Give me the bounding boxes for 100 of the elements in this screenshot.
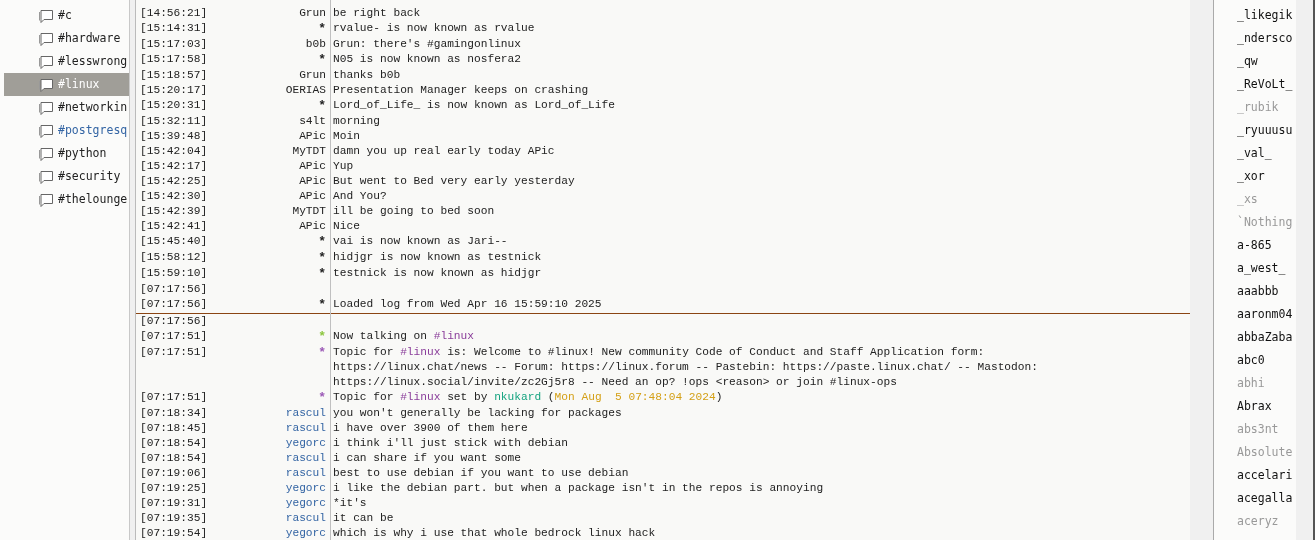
user-item[interactable]: _val_	[1237, 145, 1296, 168]
nick-label: *	[318, 250, 326, 265]
message-text: i have over 3900 of them here	[332, 421, 528, 436]
message-text: be right back	[332, 6, 421, 21]
channel-item[interactable]: #lesswrong	[4, 50, 129, 73]
user-item[interactable]: abbaZaba	[1237, 329, 1296, 352]
nick-label: APic	[299, 220, 326, 232]
user-item[interactable]: a_west_	[1237, 260, 1296, 283]
nick-label: s4lt	[299, 115, 326, 127]
timestamp: [15:42:25]	[139, 174, 208, 189]
channel-item[interactable]: #networkin	[4, 96, 129, 119]
user-item[interactable]: _qw	[1237, 53, 1296, 76]
chat-bubble-icon	[38, 30, 54, 47]
nick-label: *	[318, 266, 326, 281]
nick-label: rascul	[285, 467, 326, 479]
nick-label: yegorc	[285, 497, 326, 509]
message-text: rvalue- is now known as rvalue	[332, 21, 535, 36]
message-text: Loaded log from Wed Apr 16 15:59:10 2025	[332, 297, 602, 312]
timestamp: [07:18:54]	[139, 436, 208, 451]
user-item[interactable]: Abrax	[1237, 398, 1296, 421]
channel-item[interactable]: #c	[4, 4, 129, 27]
user-item[interactable]: _ryuuusu	[1237, 122, 1296, 145]
user-item[interactable]: aaronm04	[1237, 306, 1296, 329]
nick-label: Grun	[299, 7, 326, 19]
channel-item[interactable]: #thelounge	[4, 188, 129, 211]
timestamp: [07:19:31]	[139, 496, 208, 511]
message-text: Nice	[332, 219, 360, 234]
message-text: N05 is now known as nosfera2	[332, 52, 521, 67]
user-item[interactable]: acegalla	[1237, 490, 1296, 513]
user-item[interactable]: abc0	[1237, 352, 1296, 375]
timestamp: [15:42:04]	[139, 144, 208, 159]
nick-label: rascul	[285, 452, 326, 464]
timestamp: [07:17:56]	[139, 297, 208, 312]
channel-item[interactable]: #security	[4, 165, 129, 188]
timestamp: [07:17:56]	[139, 314, 208, 329]
timestamp: [07:17:51]	[139, 390, 208, 405]
timestamp: [07:17:51]	[139, 329, 208, 344]
user-item[interactable]: accelari	[1237, 467, 1296, 490]
nick-label: yegorc	[285, 482, 326, 494]
channel-item[interactable]: #postgresq	[4, 119, 129, 142]
chat-bubble-icon	[38, 53, 54, 70]
timestamp: [15:59:10]	[139, 266, 208, 281]
nick-label: OERIAS	[285, 84, 326, 96]
timestamp: [15:20:31]	[139, 98, 208, 113]
user-item[interactable]: a-865	[1237, 237, 1296, 260]
nick-label: APic	[299, 160, 326, 172]
timestamp: [15:17:58]	[139, 52, 208, 67]
message-text: which is why i use that whole bedrock linux hack	[332, 526, 656, 540]
nick-label: b0b	[305, 38, 326, 50]
chat-bubble-icon	[38, 76, 54, 93]
message-text: ill be going to bed soon	[332, 204, 495, 219]
nick-label: *	[318, 21, 326, 36]
message-text: thanks b0b	[332, 68, 401, 83]
timestamp: [07:18:54]	[139, 451, 208, 466]
message-text: morning	[332, 114, 380, 129]
channel-item[interactable]: #hardware	[4, 27, 129, 50]
nick-label: yegorc	[285, 437, 326, 449]
nick-label: *	[318, 297, 326, 312]
chat-bubble-icon	[38, 145, 54, 162]
message-text: And You?	[332, 189, 387, 204]
timestamp: [15:17:03]	[139, 37, 208, 52]
chat-bubble-icon	[38, 191, 54, 208]
message-text: Presentation Manager keeps on crashing	[332, 83, 589, 98]
nick-label: *	[318, 390, 326, 405]
nick-label: rascul	[285, 512, 326, 524]
nick-label: Grun	[299, 69, 326, 81]
message-text: you won't generally be lacking for packages	[332, 406, 622, 421]
timestamp: [07:17:56]	[139, 282, 208, 297]
user-item[interactable]: _ReVoLt_	[1237, 76, 1296, 99]
message-text: Topic for #linux set by nkukard (Mon Aug 5 07:48:04 2024)	[332, 390, 723, 405]
channel-item[interactable]: #python	[4, 142, 129, 165]
timestamp: [14:56:21]	[139, 6, 208, 21]
message-text: i like the debian part. but when a package isn't in the repos is annoying	[332, 481, 824, 496]
nick-label: APic	[299, 190, 326, 202]
chat-bubble-icon	[38, 7, 54, 24]
timestamp: [07:19:06]	[139, 466, 208, 481]
nick-label: *	[318, 345, 326, 360]
timestamp: [15:42:41]	[139, 219, 208, 234]
timestamp: [15:58:12]	[139, 250, 208, 265]
message-text: i can share if you want some	[332, 451, 521, 466]
message-text: testnick is now known as hidjgr	[332, 266, 542, 281]
timestamp: [15:39:48]	[139, 129, 208, 144]
user-item[interactable]: _likegik	[1237, 7, 1296, 30]
timestamp: [15:18:57]	[139, 68, 208, 83]
nick-label: APic	[299, 175, 326, 187]
timestamp: [07:17:51]	[139, 345, 208, 360]
timestamp: [07:19:35]	[139, 511, 208, 526]
nick-label: *	[318, 98, 326, 113]
timestamp: [15:14:31]	[139, 21, 208, 36]
nick-label: APic	[299, 130, 326, 142]
chat-bubble-icon	[38, 99, 54, 116]
message-text: hidjgr is now known as testnick	[332, 250, 542, 265]
user-item[interactable]: aaabbb	[1237, 283, 1296, 306]
nick-label: *	[318, 52, 326, 67]
user-item[interactable]: _ndersco	[1237, 30, 1296, 53]
message-text: damn you up real early today APic	[332, 144, 555, 159]
message-text: *it's	[332, 496, 367, 511]
message-text: vai is now known as Jari--	[332, 234, 508, 249]
user-item[interactable]: _xor	[1237, 168, 1296, 191]
timestamp: [15:32:11]	[139, 114, 208, 129]
